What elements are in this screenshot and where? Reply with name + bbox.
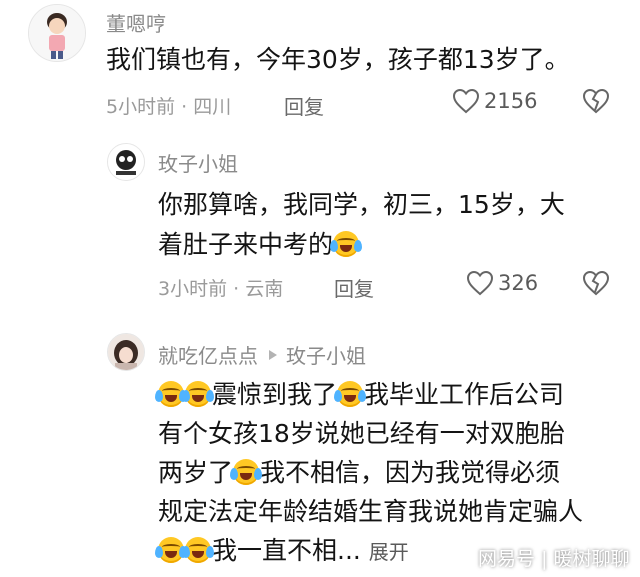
comment-text-line: 两岁了 我不相信，因为我觉得必须 [158,453,560,492]
watermark-account: 暖树聊聊 [553,548,630,570]
comment-author[interactable]: 就吃亿点点 [158,340,258,369]
meta-separator: · [233,278,240,300]
comment-text-part: 两岁了 [158,458,234,487]
play-arrow-icon [269,349,277,360]
comment-author[interactable]: 董嗯哼 [106,8,166,37]
laughing-tears-emoji [230,459,263,485]
comment-time: 3小时前 [158,278,228,300]
comment-text-line: 着肚子来中考的 [158,225,363,264]
comment-location: 四川 [193,96,232,118]
laughing-tears-emoji [330,231,363,257]
comment-text-line: 你那算啥，我同学，初三，15岁，大 [158,190,565,219]
comment-text-line: 我一直不相... 展开 [155,531,409,572]
like-count: 326 [498,271,539,295]
laughing-tears-emoji [155,381,187,407]
like-count: 2156 [484,89,538,113]
comment-meta: 3小时前 · 云南 [158,274,283,301]
comment-text-part: 我一直不相... [212,536,369,565]
avatar-meizi[interactable] [107,143,145,181]
comment-author[interactable]: 玫子小姐 [158,148,238,177]
broken-heart-icon [582,270,610,296]
dislike-button[interactable] [582,88,610,118]
reply-button[interactable]: 回复 [334,273,374,302]
reply-to-author[interactable]: 玫子小姐 [286,340,366,369]
laughing-tears-emoji [182,381,214,407]
watermark: 网易号 | 暖树聊聊 [478,544,630,571]
comment-text-part: 震惊到我了 [212,380,338,409]
laughing-tears-emoji [334,381,367,407]
avatar-dong[interactable] [28,4,86,62]
comment-text-part: 着肚子来中考的 [158,230,334,259]
avatar-jiuchi[interactable] [107,333,145,371]
heart-outline-icon [452,88,480,114]
cartoon-man-avatar-icon [29,5,85,61]
like-button[interactable]: 326 [466,270,538,296]
broken-heart-icon [582,88,610,114]
dislike-button[interactable] [582,270,610,300]
reply-header: 就吃亿点点 玫子小姐 [158,340,366,369]
like-button[interactable]: 2156 [452,88,537,114]
comment-location: 云南 [245,278,284,300]
watermark-divider: | [541,548,548,570]
panda-avatar-icon [108,144,144,180]
comment-text-part: 我毕业工作后公司 [364,380,565,409]
girl-avatar-icon [108,334,144,370]
laughing-tears-emoji [182,537,214,563]
comment-meta: 5小时前 · 四川 [106,92,231,119]
heart-outline-icon [466,270,494,296]
meta-separator: · [181,96,188,118]
comment-text: 我们镇也有，今年30岁，孩子都13岁了。 [106,45,570,74]
expand-link[interactable]: 展开 [369,540,409,564]
comment-text-part: 我不相信，因为我觉得必须 [260,458,561,487]
watermark-brand: 网易号 [478,548,536,570]
comment-text-line: 规定法定年龄结婚生育我说她肯定骗人 [158,497,584,526]
comment-text-line: 震惊到我了 我毕业工作后公司 [155,375,565,414]
reply-button[interactable]: 回复 [284,91,324,120]
laughing-tears-emoji [155,537,187,563]
comment-text-line: 有个女孩18岁说她已经有一对双胞胎 [158,419,565,448]
comment-time: 5小时前 [106,96,176,118]
